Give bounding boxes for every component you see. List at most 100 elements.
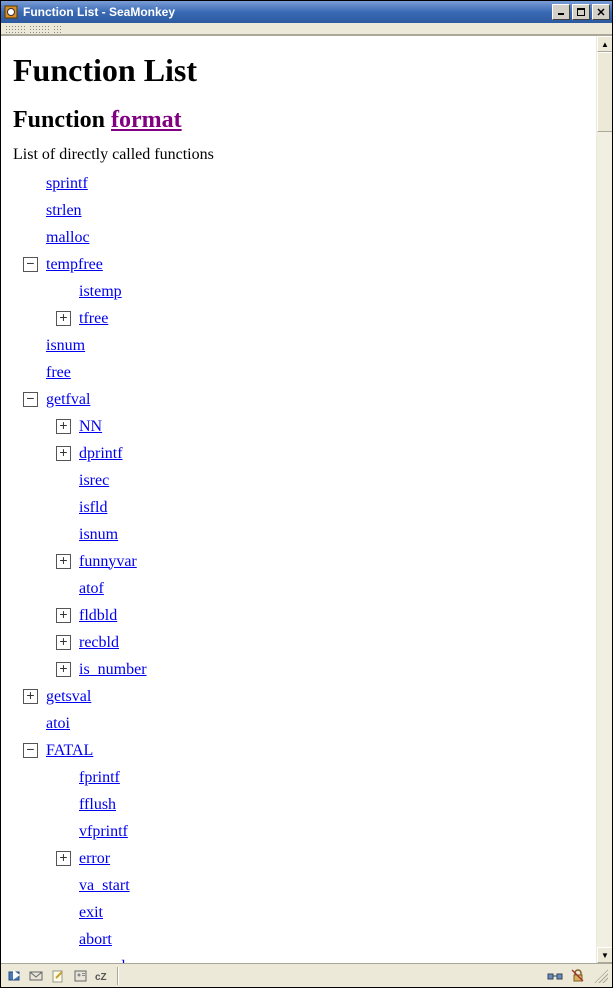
expander-spacer bbox=[56, 527, 71, 542]
function-link[interactable]: funnyvar bbox=[79, 553, 137, 571]
function-link[interactable]: recbld bbox=[79, 634, 119, 652]
security-icon[interactable] bbox=[568, 968, 588, 984]
tree-row: isrec bbox=[13, 467, 600, 494]
scroll-up-button[interactable]: ▲ bbox=[597, 36, 612, 52]
function-link[interactable]: is_number bbox=[79, 661, 147, 679]
function-link[interactable]: tempfree bbox=[46, 256, 103, 274]
function-link[interactable]: exit bbox=[79, 904, 103, 922]
tree-row: istemp bbox=[13, 278, 600, 305]
function-link[interactable]: abort bbox=[79, 931, 112, 949]
function-link[interactable]: atoi bbox=[46, 715, 70, 733]
tree-row: va_end bbox=[13, 953, 600, 963]
function-link[interactable]: malloc bbox=[46, 229, 90, 247]
function-link[interactable]: error bbox=[79, 850, 110, 868]
tree-row: + funnyvar bbox=[13, 548, 600, 575]
tree-row: + recbld bbox=[13, 629, 600, 656]
expander-spacer bbox=[56, 473, 71, 488]
subheading-prefix: Function bbox=[13, 107, 111, 133]
scroll-down-button[interactable]: ▼ bbox=[597, 947, 612, 963]
function-link[interactable]: free bbox=[46, 364, 71, 382]
tree-row: −getfval bbox=[13, 386, 600, 413]
page-subheading: Function format bbox=[13, 107, 600, 134]
maximize-button[interactable] bbox=[572, 4, 590, 20]
online-status-icon[interactable] bbox=[546, 968, 566, 984]
tree-row: −tempfree bbox=[13, 251, 600, 278]
app-icon bbox=[3, 4, 19, 20]
expand-toggle[interactable]: + bbox=[56, 419, 71, 434]
tree-row: −FATAL bbox=[13, 737, 600, 764]
expand-toggle[interactable]: + bbox=[56, 662, 71, 677]
vertical-scrollbar[interactable]: ▲ ▼ bbox=[596, 36, 612, 963]
function-link[interactable]: getsval bbox=[46, 688, 91, 706]
collapse-toggle[interactable]: − bbox=[23, 257, 38, 272]
tree-row: free bbox=[13, 359, 600, 386]
toolbar-grip[interactable] bbox=[5, 25, 27, 33]
window-title: Function List - SeaMonkey bbox=[23, 5, 552, 19]
tree-row: abort bbox=[13, 926, 600, 953]
function-link[interactable]: istemp bbox=[79, 283, 122, 301]
tree-row: + dprintf bbox=[13, 440, 600, 467]
svg-text:cZ: cZ bbox=[95, 972, 107, 983]
expander-spacer bbox=[23, 365, 38, 380]
tree-row: vfprintf bbox=[13, 818, 600, 845]
function-link[interactable]: NN bbox=[79, 418, 102, 436]
expand-toggle[interactable]: + bbox=[23, 689, 38, 704]
function-link[interactable]: isnum bbox=[46, 337, 85, 355]
function-link[interactable]: tfree bbox=[79, 310, 108, 328]
toolbar-grip[interactable] bbox=[53, 25, 61, 33]
tree-row: isfld bbox=[13, 494, 600, 521]
function-link[interactable]: FATAL bbox=[46, 742, 93, 760]
collapse-toggle[interactable]: − bbox=[23, 392, 38, 407]
function-link[interactable]: isrec bbox=[79, 472, 109, 490]
expander-spacer bbox=[23, 716, 38, 731]
tree-row: atoi bbox=[13, 710, 600, 737]
minimize-button[interactable] bbox=[552, 4, 570, 20]
expander-spacer bbox=[56, 581, 71, 596]
expand-toggle[interactable]: + bbox=[56, 446, 71, 461]
expander-spacer bbox=[56, 500, 71, 515]
mail-icon[interactable] bbox=[27, 968, 47, 984]
tree-row: + is_number bbox=[13, 656, 600, 683]
function-name-link[interactable]: format bbox=[111, 107, 182, 133]
function-link[interactable]: getfval bbox=[46, 391, 90, 409]
function-link[interactable]: fprintf bbox=[79, 769, 120, 787]
expand-toggle[interactable]: + bbox=[56, 554, 71, 569]
toolbar-grip[interactable] bbox=[29, 25, 51, 33]
scroll-thumb[interactable] bbox=[597, 52, 612, 132]
tree-row: atof bbox=[13, 575, 600, 602]
close-button[interactable] bbox=[592, 4, 610, 20]
expand-toggle[interactable]: + bbox=[56, 608, 71, 623]
toolbar-strip bbox=[1, 23, 612, 35]
tree-row: fflush bbox=[13, 791, 600, 818]
collapse-toggle[interactable]: − bbox=[23, 743, 38, 758]
addressbook-icon[interactable] bbox=[71, 968, 91, 984]
function-tree: sprintfstrlenmalloc−tempfreeistemp+tfree… bbox=[13, 170, 600, 963]
function-link[interactable]: fldbld bbox=[79, 607, 117, 625]
expander-spacer bbox=[56, 932, 71, 947]
tree-row: fprintf bbox=[13, 764, 600, 791]
tree-row: + tfree bbox=[13, 305, 600, 332]
function-link[interactable]: fflush bbox=[79, 796, 116, 814]
expander-spacer bbox=[56, 770, 71, 785]
resize-grip[interactable] bbox=[594, 969, 608, 983]
statusbar: cZ bbox=[1, 963, 612, 987]
function-link[interactable]: dprintf bbox=[79, 445, 123, 463]
expand-toggle[interactable]: + bbox=[56, 311, 71, 326]
function-link[interactable]: vfprintf bbox=[79, 823, 128, 841]
function-link[interactable]: isnum bbox=[79, 526, 118, 544]
function-link[interactable]: atof bbox=[79, 580, 104, 598]
tree-row: + getsval bbox=[13, 683, 600, 710]
function-link[interactable]: isfld bbox=[79, 499, 107, 517]
chatzilla-icon[interactable]: cZ bbox=[93, 968, 113, 984]
composer-icon[interactable] bbox=[49, 968, 69, 984]
tree-row: malloc bbox=[13, 224, 600, 251]
statusbar-separator bbox=[117, 967, 119, 985]
tree-row: isnum bbox=[13, 521, 600, 548]
function-link[interactable]: strlen bbox=[46, 202, 82, 220]
navigator-icon[interactable] bbox=[5, 968, 25, 984]
expand-toggle[interactable]: + bbox=[56, 851, 71, 866]
expand-toggle[interactable]: + bbox=[56, 635, 71, 650]
function-link[interactable]: sprintf bbox=[46, 175, 88, 193]
function-link[interactable]: va_start bbox=[79, 877, 130, 895]
description-text: List of directly called functions bbox=[13, 146, 600, 164]
